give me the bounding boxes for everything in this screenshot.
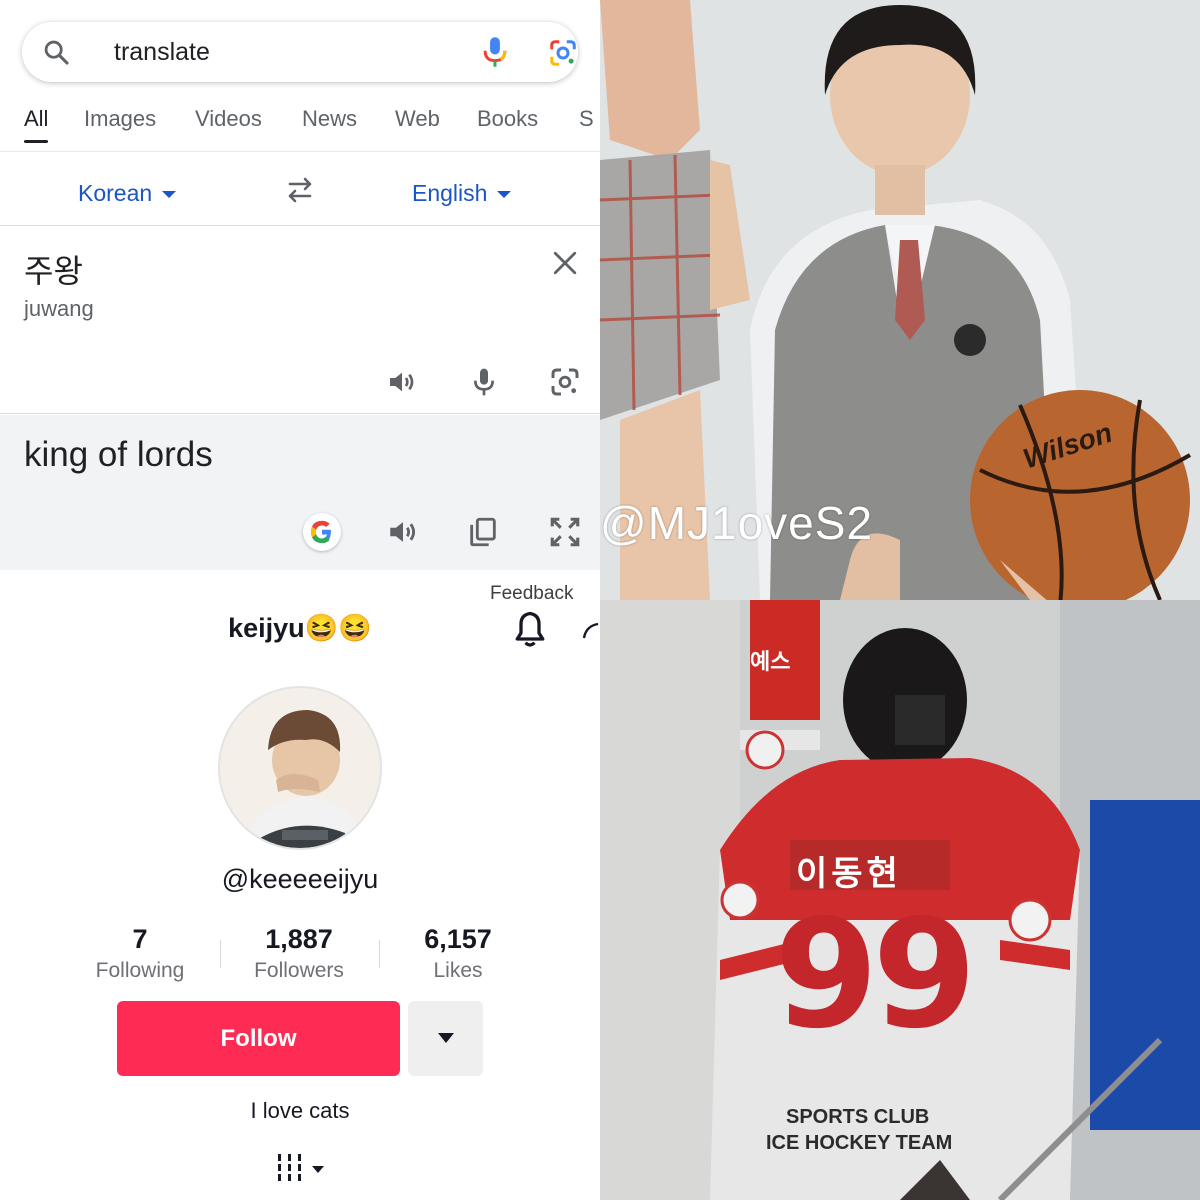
following-count: 7	[132, 924, 148, 954]
source-language-label: Korean	[78, 180, 153, 206]
tab-web[interactable]: Web	[395, 106, 440, 132]
camera-lens-icon[interactable]	[549, 366, 581, 398]
photo-hockey-jersey: 예스 이동현 99 SPORTS CLUB ICE HOCKEY TEAM	[600, 600, 1200, 1200]
google-logo-icon[interactable]	[303, 513, 341, 551]
avatar[interactable]	[218, 686, 382, 850]
likes-count: 6,157	[424, 924, 492, 954]
translation-output-panel: king of lords	[0, 415, 600, 570]
active-tab-indicator	[24, 140, 48, 143]
likes-label: Likes	[433, 959, 483, 982]
suggested-accounts-button[interactable]	[408, 1001, 483, 1076]
close-icon[interactable]	[552, 250, 578, 276]
microphone-icon[interactable]	[480, 36, 510, 68]
store-sign-text: 예스	[750, 649, 791, 674]
tab-news[interactable]: News	[302, 106, 357, 132]
tab-books[interactable]: Books	[477, 106, 538, 132]
jersey-team-text: ICE HOCKEY TEAM	[766, 1132, 953, 1154]
chevron-down-icon	[162, 191, 177, 199]
search-icon	[44, 40, 69, 65]
tab-videos[interactable]: Videos	[195, 106, 262, 132]
following-stat[interactable]: 7 Following	[60, 924, 220, 983]
fullscreen-icon[interactable]	[548, 515, 582, 549]
source-language-select[interactable]: Korean	[78, 180, 177, 207]
videos-grid-tab-icon[interactable]	[272, 1152, 332, 1184]
microphone-icon[interactable]	[468, 366, 500, 398]
jersey-club-text: SPORTS CLUB	[786, 1106, 930, 1128]
following-label: Following	[95, 959, 185, 982]
profile-handle: @keeeeeijyu	[221, 864, 379, 894]
target-language-select[interactable]: English	[412, 180, 512, 207]
translation-output: king of lords	[24, 435, 213, 474]
google-lens-icon[interactable]	[548, 38, 578, 68]
share-icon[interactable]	[582, 616, 600, 646]
source-romanization: juwang	[24, 296, 94, 321]
followers-label: Followers	[254, 959, 344, 982]
profile-bio: I love cats	[250, 1098, 350, 1123]
tab-shopping-partial[interactable]: S	[579, 106, 594, 132]
profile-display-name: keijyu😆😆	[228, 613, 372, 643]
photo-watermark: @MJ1oveS2	[600, 497, 874, 549]
search-query[interactable]: translate	[114, 38, 210, 67]
source-text[interactable]: 주왕	[24, 246, 83, 292]
search-bar[interactable]: translate	[22, 22, 578, 82]
followers-stat[interactable]: 1,887 Followers	[219, 924, 379, 983]
target-language-label: English	[412, 180, 488, 206]
source-text-panel[interactable]: 주왕 juwang	[0, 226, 600, 414]
chevron-down-icon	[497, 191, 512, 199]
likes-stat[interactable]: 6,157 Likes	[378, 924, 538, 983]
follow-button[interactable]: Follow	[117, 1001, 400, 1076]
bell-icon[interactable]	[512, 610, 548, 650]
followers-count: 1,887	[265, 924, 333, 954]
caret-down-icon	[438, 1033, 454, 1043]
swap-languages-icon[interactable]	[284, 176, 316, 204]
search-tabs: All Images Videos News Web Books S	[0, 100, 600, 152]
tab-images[interactable]: Images	[84, 106, 156, 132]
copy-icon[interactable]	[466, 515, 500, 549]
left-panel: translate All Images Videos News Web Boo…	[0, 0, 600, 1200]
feedback-link[interactable]: Feedback	[490, 583, 573, 605]
speaker-icon[interactable]	[386, 515, 420, 549]
language-selector-row: Korean English	[0, 152, 600, 226]
jersey-number-text: 99	[774, 888, 977, 1062]
tab-all[interactable]: All	[24, 106, 48, 132]
speaker-icon[interactable]	[386, 366, 418, 398]
